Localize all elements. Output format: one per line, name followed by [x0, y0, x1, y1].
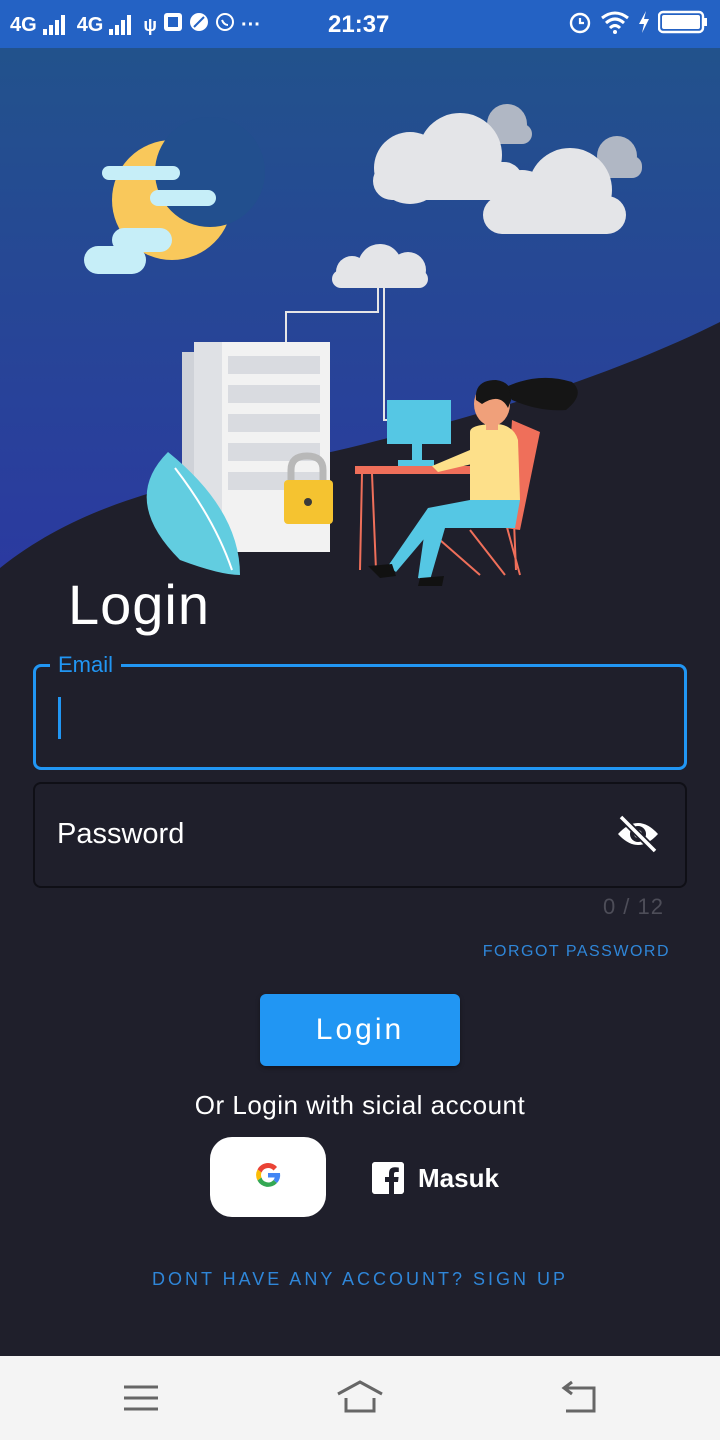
- google-g-icon: [252, 1159, 284, 1196]
- forgot-password-link[interactable]: FORGOT PASSWORD: [483, 943, 670, 961]
- password-label: Password: [57, 818, 185, 850]
- cloud-stripe: [102, 166, 180, 180]
- system-nav-bar: [0, 1356, 720, 1440]
- more-notifications-icon: ···: [240, 13, 261, 36]
- network-type-2: 4G: [76, 13, 104, 36]
- status-bar: 4G 4G ψ ··· 21:37: [0, 0, 720, 48]
- password-char-counter: 0 / 12: [602, 894, 664, 919]
- alarm-icon: [568, 10, 592, 39]
- back-icon[interactable]: [556, 1378, 602, 1418]
- email-field[interactable]: Email: [33, 651, 687, 770]
- password-field[interactable]: Password: [33, 782, 687, 888]
- signal-icon: [42, 15, 65, 35]
- facebook-icon: [372, 1162, 404, 1194]
- wifi-icon: [600, 10, 630, 39]
- page-title: Login: [68, 573, 211, 636]
- hero-illustration: [0, 48, 720, 586]
- battery-icon: [657, 10, 708, 39]
- login-button[interactable]: Login: [260, 994, 460, 1066]
- signup-link[interactable]: DONT HAVE ANY ACCOUNT? SIGN UP: [0, 1269, 720, 1290]
- login-screen: 4G 4G ψ ··· 21:37 Login Email Password 0…: [0, 0, 720, 1440]
- status-left: 4G 4G ψ ···: [10, 10, 261, 40]
- home-icon[interactable]: [335, 1378, 383, 1418]
- usb-debug-icon: [163, 12, 183, 38]
- sky-background: [0, 48, 720, 568]
- network-type-1: 4G: [10, 13, 37, 36]
- text-cursor: [58, 697, 61, 739]
- google-login-button[interactable]: [210, 1137, 326, 1217]
- visibility-off-icon[interactable]: [615, 814, 661, 854]
- cloud-stripe: [150, 190, 216, 206]
- clock: 21:37: [328, 11, 390, 38]
- monitor-icon: [387, 400, 451, 466]
- signal-icon: [109, 15, 132, 35]
- facebook-login-button[interactable]: Masuk: [372, 1160, 499, 1196]
- leaf-icon: [189, 12, 209, 38]
- usb-icon: ψ: [143, 14, 157, 35]
- email-label: Email: [50, 651, 122, 679]
- facebook-label: Masuk: [418, 1162, 499, 1193]
- status-right: [568, 10, 708, 39]
- cloud-stripe: [84, 246, 146, 274]
- whatsapp-icon: [215, 12, 235, 38]
- charging-icon: [638, 10, 650, 39]
- social-login-prompt: Or Login with sicial account: [194, 1090, 526, 1120]
- menu-icon[interactable]: [118, 1378, 164, 1418]
